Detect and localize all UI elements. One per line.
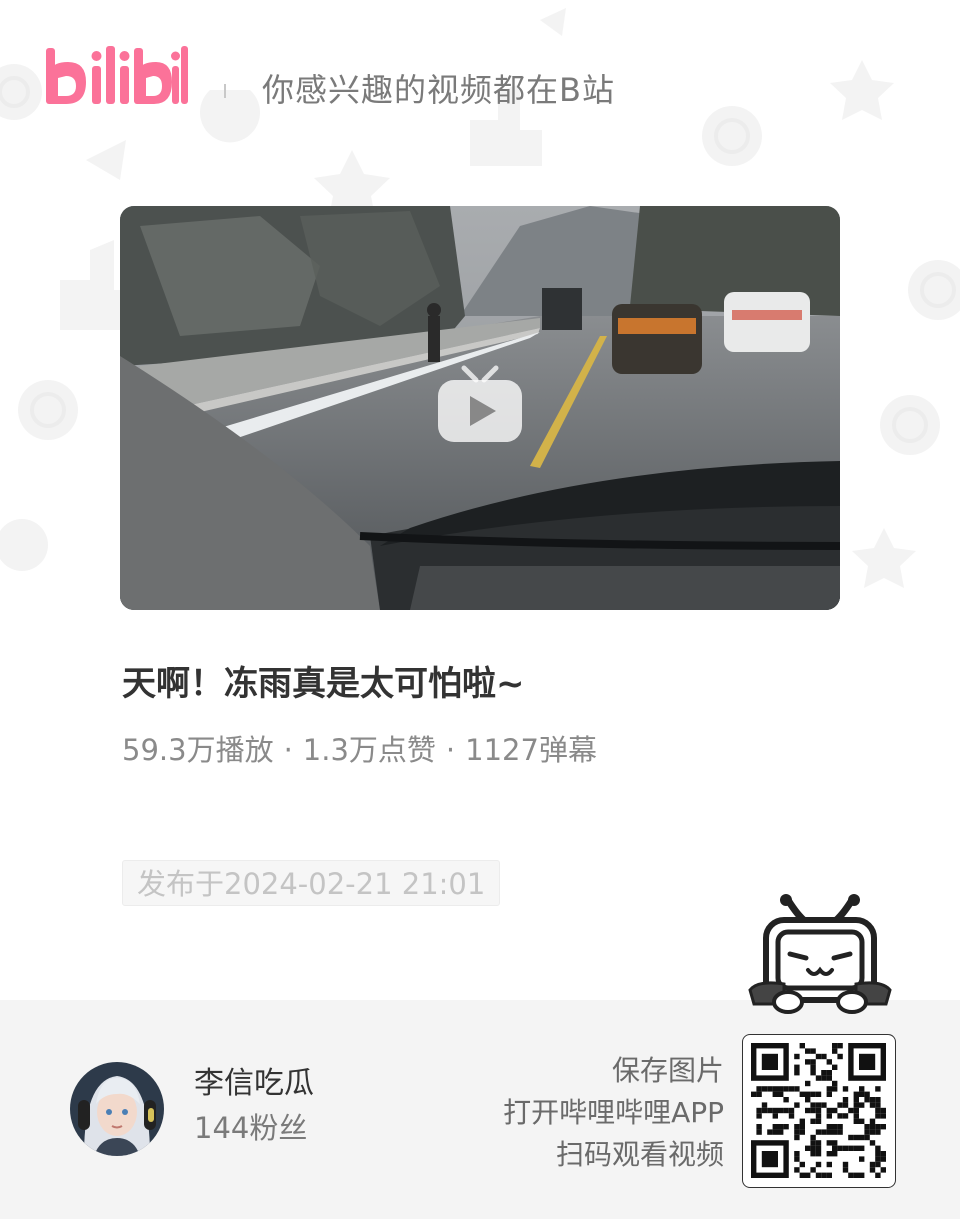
qr-hint: 保存图片 打开哔哩哔哩APP 扫码观看视频	[503, 1050, 724, 1176]
qr-hint-line: 打开哔哩哔哩APP	[503, 1096, 724, 1129]
video-thumbnail[interactable]	[120, 206, 840, 610]
qr-code	[742, 1034, 896, 1188]
slogan: 你感兴趣的视频都在B站	[262, 71, 615, 109]
header: 你感兴趣的视频都在B站	[0, 0, 960, 180]
play-count: 59.3万播放	[122, 733, 274, 767]
video-stats: 59.3万播放 · 1.3万点赞 · 1127弹幕	[122, 730, 597, 770]
header-divider	[224, 84, 226, 98]
qr-hint-line: 扫码观看视频	[555, 1138, 724, 1171]
video-title: 天啊！冻雨真是太可怕啦~	[122, 664, 525, 704]
qr-code-pattern	[751, 1043, 886, 1178]
danmaku-count: 1127弹幕	[465, 733, 597, 767]
bilibili-tv-mascot-icon	[748, 892, 892, 1022]
author-name[interactable]: 李信吃瓜	[194, 1064, 314, 1104]
bilibili-logo	[44, 40, 188, 116]
stats-separator: ·	[445, 733, 456, 767]
stats-separator: ·	[283, 733, 293, 767]
like-count: 1.3万点赞	[302, 733, 436, 767]
tv-play-icon[interactable]	[436, 364, 524, 446]
author-avatar[interactable]	[70, 1062, 164, 1156]
qr-hint-line: 保存图片	[611, 1054, 724, 1087]
author-fans: 144粉丝	[194, 1111, 308, 1145]
publish-date: 发布于2024-02-21 21:01	[122, 860, 501, 906]
